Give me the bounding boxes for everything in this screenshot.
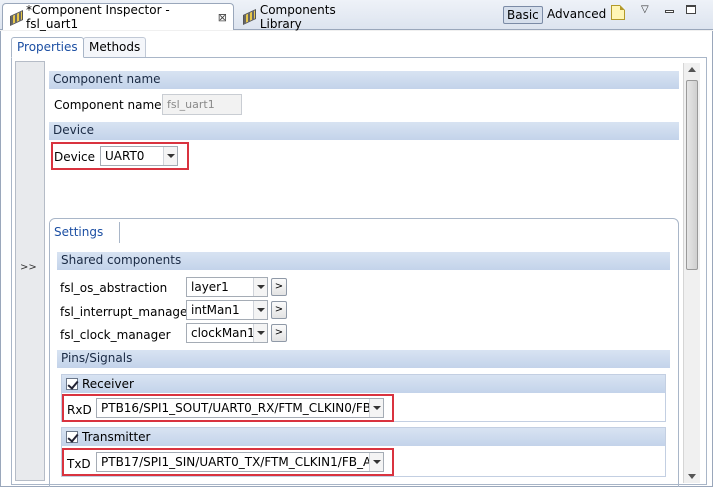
select-value: layer1 [191,280,229,294]
shared-row-label: fsl_interrupt_manager [60,305,193,319]
highlight-box-rxd [62,394,394,422]
tab-component-inspector[interactable]: *Component Inspector - fsl_uart1 ⊠ [2,3,234,31]
chevron-down-icon[interactable] [253,278,267,296]
shared-components-header: Shared components [57,252,670,270]
tab-settings[interactable]: Settings [50,222,120,243]
transmitter-label: Transmitter [82,430,151,444]
transmitter-header [62,428,665,446]
component-plug-icon [9,11,21,24]
pins-signals-header: Pins/Signals [57,350,670,368]
scroll-thumb[interactable] [686,80,698,270]
transmitter-checkbox[interactable] [66,431,78,443]
shared-row-label: fsl_clock_manager [60,328,171,342]
basic-mode-button[interactable]: Basic [503,6,543,24]
advanced-mode-button[interactable]: Advanced [544,6,609,24]
select-value: intMan1 [191,303,240,317]
select-value: clockMan1 [191,326,255,340]
go-to-os-abstraction-button[interactable]: > [271,278,287,296]
view-menu-icon[interactable]: ▽ [641,4,649,15]
go-to-clock-manager-button[interactable]: > [271,324,287,342]
component-plug-icon [242,10,255,23]
inspector-content: Properties Methods >> Component name Com… [0,31,713,487]
vertical-scrollbar[interactable] [683,63,700,483]
component-name-label: Component name [54,98,162,112]
maximize-icon[interactable] [686,5,696,14]
chevron-down-icon[interactable] [253,301,267,319]
tab-properties[interactable]: Properties [11,37,84,58]
os-abstraction-select[interactable]: layer1 [186,277,268,297]
tab-methods[interactable]: Methods [83,37,147,58]
chevron-down-icon[interactable] [253,324,267,342]
minimize-icon[interactable] [665,10,674,13]
expand-icon: >> [20,262,37,273]
component-name-section-header: Component name [49,71,679,89]
highlight-box-txd [62,448,394,476]
note-icon[interactable] [611,5,625,20]
receiver-label: Receiver [82,377,134,391]
go-to-interrupt-manager-button[interactable]: > [271,301,287,319]
tab-label: Components Library [259,2,336,31]
clock-manager-select[interactable]: clockMan1 [186,323,268,343]
shared-row-label: fsl_os_abstraction [60,281,168,295]
editor-tab-bar: *Component Inspector - fsl_uart1 ⊠ Compo… [0,0,713,31]
highlight-box-device [51,142,189,170]
scroll-down-icon[interactable] [688,474,696,479]
component-name-field: fsl_uart1 [162,94,242,115]
expand-panel-button[interactable]: >> [15,61,45,481]
tab-label: *Component Inspector - fsl_uart1 [26,3,170,31]
interrupt-manager-select[interactable]: intMan1 [186,300,268,320]
scroll-up-icon[interactable] [688,67,696,72]
properties-panel: >> Component name Component name fsl_uar… [11,57,707,487]
close-icon[interactable]: ⊠ [218,11,227,24]
receiver-header [62,375,665,393]
device-section-header: Device [49,122,679,140]
receiver-checkbox[interactable] [66,378,78,390]
tab-components-library[interactable]: Components Library [236,2,386,31]
